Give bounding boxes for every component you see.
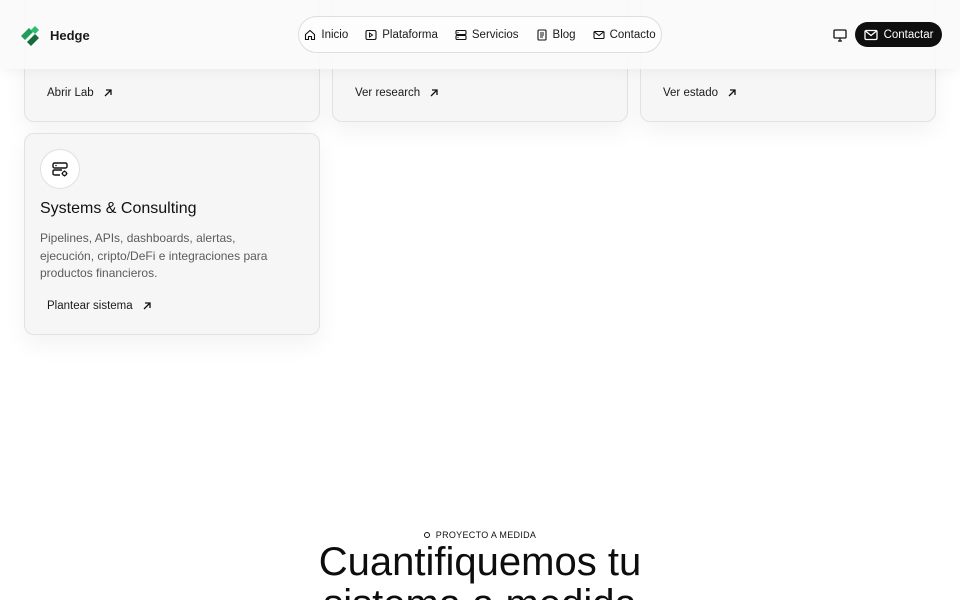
section-eyebrow: PROYECTO A MEDIDA bbox=[0, 530, 960, 540]
arrow-up-right-icon bbox=[104, 89, 112, 97]
arrow-up-right-icon bbox=[430, 89, 438, 97]
monitor-icon[interactable] bbox=[832, 27, 848, 43]
nav-label: Servicios bbox=[471, 28, 519, 41]
brand-name: Hedge bbox=[50, 27, 90, 43]
open-lab-link[interactable]: Abrir Lab bbox=[47, 87, 114, 99]
headline-line-2: sistema a medida bbox=[0, 583, 960, 600]
server-icon bbox=[455, 29, 467, 40]
view-status-label: Ver estado bbox=[663, 87, 718, 99]
card-title: Systems & Consulting bbox=[40, 200, 197, 217]
arrow-up-right-icon bbox=[143, 302, 151, 310]
server-settings-icon bbox=[40, 149, 80, 189]
home-icon bbox=[305, 29, 316, 40]
view-research-link[interactable]: Ver research bbox=[355, 87, 440, 99]
main-nav: Inicio Plataforma Servicios Blog Contact… bbox=[298, 16, 662, 53]
cta-headline: Cuantifiquemos tu sistema a medida bbox=[0, 541, 960, 600]
mail-icon bbox=[863, 29, 878, 40]
card-description: Pipelines, APIs, dashboards, alertas, ej… bbox=[40, 231, 268, 280]
nav-label: Plataforma bbox=[382, 28, 438, 41]
contact-button-label: Contactar bbox=[883, 28, 934, 41]
play-square-icon bbox=[365, 29, 377, 40]
nav-item-inicio[interactable]: Inicio bbox=[304, 29, 348, 41]
nav-label: Inicio bbox=[321, 28, 349, 41]
open-lab-label: Abrir Lab bbox=[47, 87, 94, 99]
plan-system-link[interactable]: Plantear sistema bbox=[47, 300, 153, 312]
site-header: Hedge Inicio Plataforma Servicios Blog C… bbox=[0, 0, 960, 69]
view-status-link[interactable]: Ver estado bbox=[663, 87, 738, 99]
plan-system-label: Plantear sistema bbox=[47, 300, 133, 312]
mail-icon bbox=[593, 30, 605, 39]
circle-icon bbox=[423, 532, 430, 538]
nav-label: Blog bbox=[552, 28, 576, 41]
arrow-up-right-icon bbox=[728, 89, 736, 97]
nav-item-plataforma[interactable]: Plataforma bbox=[365, 29, 438, 41]
document-icon bbox=[536, 28, 547, 41]
nav-item-servicios[interactable]: Servicios bbox=[455, 29, 519, 41]
eyebrow-label: PROYECTO A MEDIDA bbox=[435, 530, 537, 540]
nav-label: Contacto bbox=[609, 28, 656, 41]
contact-button[interactable]: Contactar bbox=[855, 22, 942, 47]
hedge-logo-icon bbox=[21, 26, 39, 46]
nav-item-contacto[interactable]: Contacto bbox=[593, 29, 656, 41]
view-research-label: Ver research bbox=[355, 87, 421, 99]
nav-item-blog[interactable]: Blog bbox=[536, 29, 576, 41]
headline-line-1: Cuantifiquemos tu bbox=[318, 540, 642, 584]
systems-consulting-card: Systems & Consulting Pipelines, APIs, da… bbox=[24, 133, 320, 335]
brand-logo[interactable]: Hedge bbox=[18, 23, 90, 47]
